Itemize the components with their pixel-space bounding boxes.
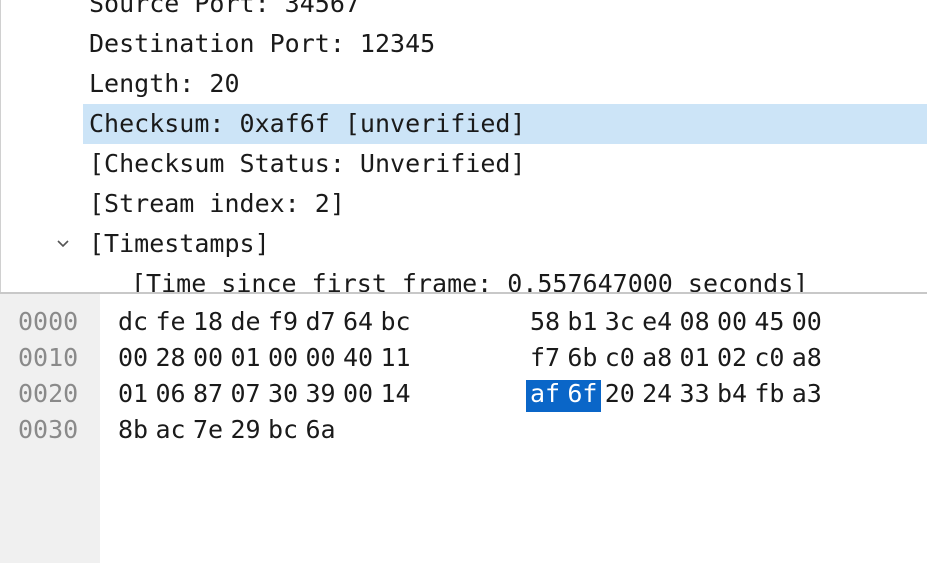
tree-item-label: Destination Port: 12345 (89, 29, 436, 58)
hex-byte[interactable]: 00 (304, 340, 338, 376)
hex-byte[interactable]: 02 (715, 340, 749, 376)
hex-byte[interactable]: 00 (715, 304, 749, 340)
hex-byte[interactable]: fe (154, 304, 188, 340)
hex-byte[interactable]: b1 (565, 304, 599, 340)
hex-byte[interactable]: dc (116, 304, 150, 340)
hex-byte[interactable]: 06 (154, 376, 188, 412)
hex-byte[interactable]: a3 (790, 376, 824, 412)
hex-byte[interactable]: ac (154, 412, 188, 448)
hex-byte[interactable]: 45 (752, 304, 786, 340)
hex-byte[interactable]: 33 (678, 376, 712, 412)
hex-byte[interactable]: 11 (379, 340, 413, 376)
hex-byte[interactable]: 00 (191, 340, 225, 376)
hex-byte[interactable]: 87 (191, 376, 225, 412)
tree-item-stream-index[interactable]: [Stream index: 2] (83, 184, 927, 224)
hex-byte[interactable]: 29 (229, 412, 263, 448)
hex-byte[interactable]: a8 (640, 340, 674, 376)
hex-byte[interactable]: 28 (154, 340, 188, 376)
tree-item-label: [Timestamps] (89, 229, 270, 258)
byte-offset: 0000 (18, 307, 79, 336)
hex-byte[interactable]: 00 (116, 340, 150, 376)
hex-byte[interactable]: 00 (266, 340, 300, 376)
tree-item-timestamps[interactable]: [Timestamps] (83, 224, 927, 264)
hex-byte[interactable]: 01 (678, 340, 712, 376)
hex-byte[interactable]: e4 (640, 304, 674, 340)
chevron-down-icon[interactable] (53, 224, 73, 264)
hex-byte[interactable]: 40 (341, 340, 375, 376)
hex-byte[interactable]: 07 (229, 376, 263, 412)
hex-byte[interactable]: 6b (565, 340, 599, 376)
tree-item-label: Source Port: 34567 (89, 0, 360, 18)
hex-byte[interactable]: b4 (715, 376, 749, 412)
tree-item-checksum-status[interactable]: [Checksum Status: Unverified] (83, 144, 927, 184)
hex-byte[interactable]: 30 (266, 376, 300, 412)
tree-item-time-since-first-frame[interactable]: [Time since first frame: 0.557647000 sec… (125, 264, 927, 292)
hex-byte[interactable]: fb (752, 376, 786, 412)
hex-byte[interactable]: 18 (191, 304, 225, 340)
hex-byte[interactable]: 08 (678, 304, 712, 340)
hex-byte[interactable]: c0 (603, 340, 637, 376)
hex-byte[interactable]: f7 (528, 340, 562, 376)
hex-byte[interactable]: d7 (304, 304, 338, 340)
packet-details-pane[interactable]: Source Port: 34567 Destination Port: 123… (0, 0, 927, 292)
hex-byte[interactable]: 58 (528, 304, 562, 340)
tree-item-destination-port[interactable]: Destination Port: 12345 (83, 24, 927, 64)
hex-byte[interactable]: 6a (304, 412, 338, 448)
hex-byte[interactable]: 24 (640, 376, 674, 412)
hex-byte[interactable]: 01 (116, 376, 150, 412)
hex-byte[interactable]: 7e (191, 412, 225, 448)
tree-item-label: Checksum: 0xaf6f [unverified] (89, 109, 526, 138)
hex-byte[interactable]: 00 (341, 376, 375, 412)
packet-bytes-pane[interactable]: 0000 0010 0020 0030 dc fe 18 de f9 d7 64 bc 58 b1 3c e… (0, 294, 927, 563)
hex-byte[interactable]: 00 (790, 304, 824, 340)
hex-byte[interactable]: bc (266, 412, 300, 448)
byte-offset: 0020 (18, 379, 79, 408)
tree-item-label: Length: 20 (89, 69, 240, 98)
byte-offset: 0010 (18, 343, 79, 372)
tree-item-source-port[interactable]: Source Port: 34567 (83, 0, 927, 24)
tree-item-checksum[interactable]: Checksum: 0xaf6f [unverified] (83, 104, 927, 144)
hex-byte[interactable]: 3c (603, 304, 637, 340)
hex-byte[interactable]: 14 (379, 376, 413, 412)
hex-byte[interactable]: c0 (752, 340, 786, 376)
hex-byte[interactable]: f9 (266, 304, 300, 340)
hex-byte[interactable]: 39 (304, 376, 338, 412)
byte-offset: 0030 (18, 415, 79, 444)
tree-item-label: [Stream index: 2] (89, 189, 345, 218)
hex-byte[interactable]: 8b (116, 412, 150, 448)
hex-byte[interactable]: a8 (790, 340, 824, 376)
hex-byte[interactable]: af (528, 376, 562, 412)
tree-item-label: [Checksum Status: Unverified] (89, 149, 526, 178)
hex-byte[interactable]: de (229, 304, 263, 340)
tree-item-label: [Time since first frame: 0.557647000 sec… (131, 269, 809, 292)
hex-byte[interactable]: 64 (341, 304, 375, 340)
hex-byte[interactable]: 01 (229, 340, 263, 376)
hex-byte[interactable]: bc (379, 304, 413, 340)
wireshark-packet-view: Source Port: 34567 Destination Port: 123… (0, 0, 927, 563)
tree-item-length[interactable]: Length: 20 (83, 64, 927, 104)
hex-byte[interactable]: 6f (565, 376, 599, 412)
hex-byte[interactable]: 20 (603, 376, 637, 412)
